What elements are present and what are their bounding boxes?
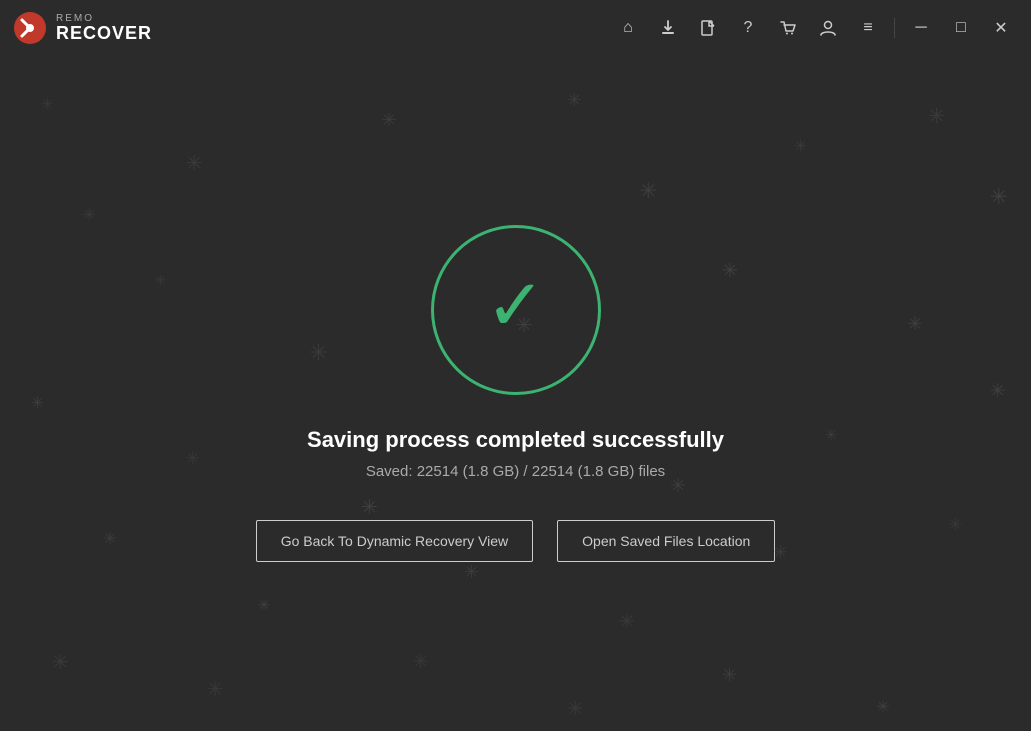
- home-icon[interactable]: ⌂: [610, 10, 646, 46]
- close-button[interactable]: ✕: [983, 10, 1019, 46]
- logo-text: remo RECOVER: [56, 13, 152, 44]
- buttons-row: Go Back To Dynamic Recovery View Open Sa…: [256, 520, 776, 562]
- decoration-asterisk: ✳: [825, 427, 837, 444]
- decoration-asterisk: ✳: [361, 495, 378, 520]
- open-saved-files-button[interactable]: Open Saved Files Location: [557, 520, 775, 562]
- menu-icon[interactable]: ≡: [850, 10, 886, 46]
- decoration-asterisk: ✳: [206, 677, 224, 702]
- success-title: Saving process completed successfully: [307, 427, 724, 453]
- decoration-asterisk: ✳: [722, 259, 738, 283]
- decoration-asterisk: ✳: [381, 110, 396, 131]
- decoration-asterisk: ✳: [82, 205, 95, 225]
- success-circle: ✓: [431, 225, 601, 395]
- decoration-asterisk: ✳: [990, 184, 1008, 210]
- decoration-asterisk: ✳: [155, 272, 167, 289]
- logo-area: remo RECOVER: [12, 10, 152, 46]
- decoration-asterisk: ✳: [949, 515, 963, 535]
- decoration-asterisk: ✳: [928, 103, 946, 129]
- decoration-asterisk: ✳: [639, 178, 657, 204]
- decoration-asterisk: ✳: [186, 448, 200, 469]
- decoration-asterisk: ✳: [990, 380, 1006, 402]
- decoration-asterisk: ✳: [31, 394, 44, 413]
- logo-icon: [12, 10, 48, 46]
- cart-icon[interactable]: [770, 10, 806, 46]
- decoration-asterisk: ✳: [52, 650, 70, 675]
- maximize-button[interactable]: □: [943, 10, 979, 46]
- success-subtitle: Saved: 22514 (1.8 GB) / 22514 (1.8 GB) f…: [366, 463, 665, 480]
- decoration-asterisk: ✳: [309, 340, 327, 366]
- decoration-asterisk: ✳: [258, 596, 271, 614]
- decoration-asterisk: ✳: [567, 697, 583, 721]
- decoration-asterisk: ✳: [773, 542, 787, 563]
- help-icon[interactable]: ?: [730, 10, 766, 46]
- separator: [894, 18, 895, 38]
- decoration-asterisk: ✳: [41, 97, 53, 113]
- decoration-asterisk: ✳: [876, 697, 890, 717]
- decoration-asterisk: ✳: [619, 610, 635, 634]
- decoration-asterisk: ✳: [907, 313, 923, 335]
- decoration-asterisk: ✳: [722, 664, 738, 686]
- user-icon[interactable]: [810, 10, 846, 46]
- decoration-asterisk: ✳: [670, 475, 686, 498]
- decoration-asterisk: ✳: [412, 650, 428, 674]
- decoration-asterisk: ✳: [464, 562, 479, 583]
- file-icon[interactable]: [690, 10, 726, 46]
- decoration-asterisk: ✳: [186, 151, 203, 176]
- decoration-asterisk: ✳: [794, 137, 807, 156]
- decoration-asterisk: ✳: [103, 529, 117, 549]
- checkmark-icon: ✓: [485, 270, 545, 342]
- download-icon[interactable]: [650, 10, 686, 46]
- toolbar-icons: ⌂ ? ≡ ─ □ ✕: [610, 10, 1019, 46]
- main-content: ✳✳✳✳✳✳✳✳✳✳✳✳✳✳✳✳✳✳✳✳✳✳✳✳✳✳✳✳✳✳✳✳ ✓ Savin…: [0, 56, 1031, 731]
- go-back-button[interactable]: Go Back To Dynamic Recovery View: [256, 520, 533, 562]
- title-bar: remo RECOVER ⌂ ? ≡ ─ □ ✕: [0, 0, 1031, 56]
- logo-recover-text: RECOVER: [56, 24, 152, 44]
- decoration-asterisk: ✳: [567, 90, 582, 111]
- minimize-button[interactable]: ─: [903, 10, 939, 46]
- logo-remo-text: remo: [56, 13, 152, 24]
